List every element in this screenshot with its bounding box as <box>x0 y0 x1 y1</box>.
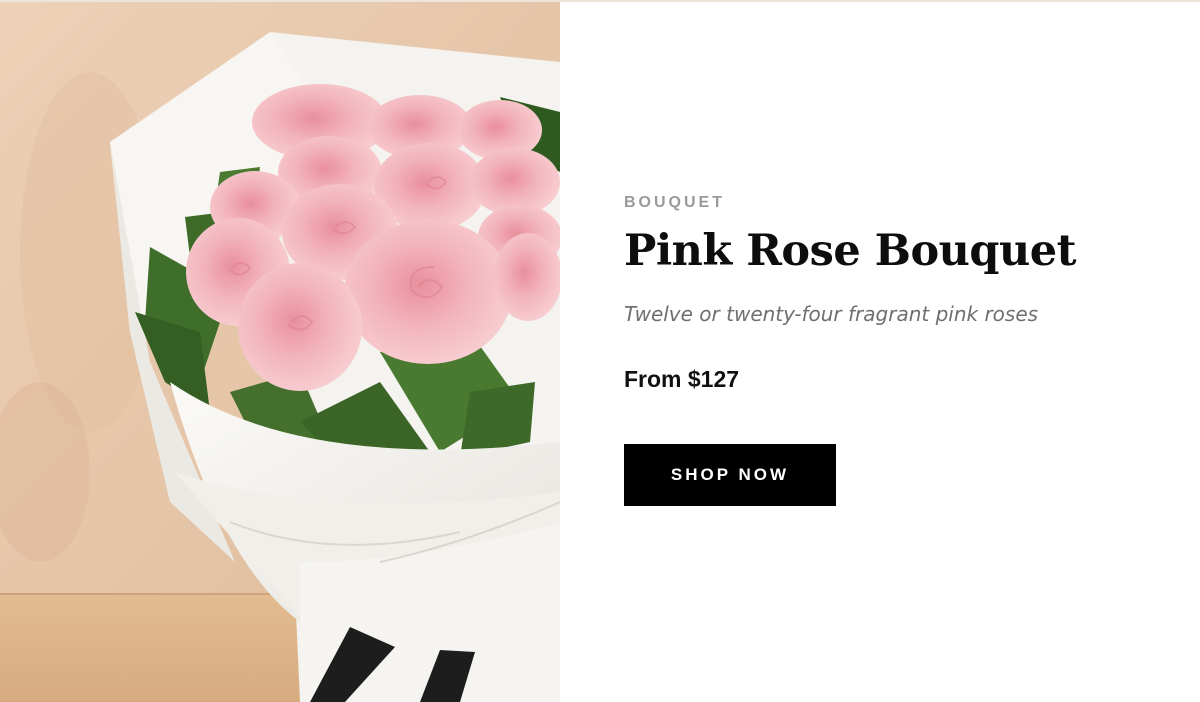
product-banner: BOUQUET Pink Rose Bouquet Twelve or twen… <box>0 0 1200 702</box>
category-label: BOUQUET <box>624 194 725 211</box>
product-price: From $127 <box>624 366 740 392</box>
bouquet-image <box>0 2 560 702</box>
product-title: Pink Rose Bouquet <box>624 226 1077 276</box>
product-description: Twelve or twenty-four fragrant pink rose… <box>624 302 1039 326</box>
shop-now-button[interactable]: SHOP NOW <box>624 444 836 506</box>
